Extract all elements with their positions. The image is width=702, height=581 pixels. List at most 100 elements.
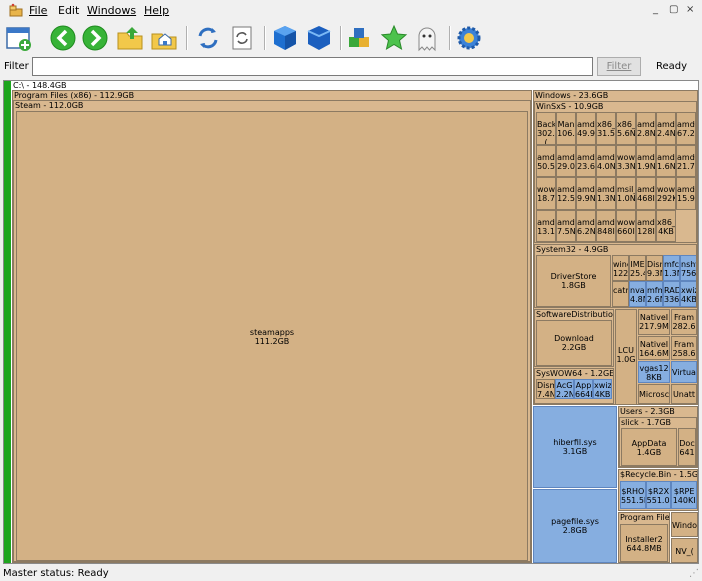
folder-steamapps[interactable]: steamapps 111.2GB: [16, 111, 528, 561]
folder-recycle-bin[interactable]: $Recycle.Bin - 1.5GE $RHO 551.5I $R2X 551.0…: [618, 469, 698, 511]
new-window-icon[interactable]: [4, 23, 34, 53]
treemap-cell[interactable]: amd€15.9I: [676, 177, 696, 210]
folder-winsxs[interactable]: WinSxS - 10.9GB Back 302.(Man 106. amd 49.9 x…: [534, 101, 697, 243]
treemap-cell[interactable]: amd 468I: [636, 177, 656, 210]
menu-help[interactable]: Help: [144, 4, 169, 17]
folder-slick[interactable]: slick - 1.7GB AppData 1.4GB Doc 641: [619, 417, 697, 467]
folder-system32[interactable]: System32 - 4.9GB DriverStore 1.8GB wine1…: [534, 244, 697, 308]
treemap-cell[interactable]: nshv756I: [680, 255, 696, 281]
refresh-page-icon[interactable]: [227, 23, 257, 53]
restore-button[interactable]: ▢: [669, 4, 678, 15]
gear-icon[interactable]: [454, 23, 484, 53]
forward-icon[interactable]: [80, 23, 110, 53]
menu-windows[interactable]: Windows: [87, 4, 136, 17]
treemap-cell[interactable]: amd 1.9N: [636, 144, 656, 177]
blue-cube-icon[interactable]: [270, 23, 300, 53]
folder-microsc[interactable]: Microsc: [638, 384, 670, 404]
ghost-icon[interactable]: [412, 23, 442, 53]
folder-program-files-x86[interactable]: Program Files (x86) - 112.9GB Steam - 11…: [12, 90, 532, 563]
star-icon[interactable]: [379, 23, 409, 53]
treemap-cell[interactable]: mfm2.6N: [646, 281, 663, 307]
treemap-cell[interactable]: AcG 2.2N: [555, 379, 574, 399]
treemap-cell[interactable]: amd 12.5: [556, 177, 576, 210]
folder-driverstore[interactable]: DriverStore 1.8GB: [536, 255, 611, 307]
folder-appdata[interactable]: AppData 1.4GB: [621, 428, 677, 466]
blocks-icon[interactable]: [345, 23, 375, 53]
folder-documents[interactable]: Doc 641: [678, 428, 696, 466]
treemap-cell[interactable]: mfc41.3N: [663, 255, 680, 281]
home-icon[interactable]: [149, 23, 179, 53]
treemap-cell[interactable]: xwiz 4KB: [593, 379, 612, 399]
treemap-cell[interactable]: amd 6.2N: [576, 209, 596, 242]
menu-edit[interactable]: Edit: [58, 4, 79, 17]
folder-frame-1[interactable]: Fram 282.6: [671, 309, 697, 335]
back-icon[interactable]: [48, 23, 78, 53]
treemap-cell[interactable]: IME25.4: [629, 255, 646, 281]
treemap-cell[interactable]: catrc: [612, 281, 629, 307]
treemap-cell[interactable]: amd 23.6: [576, 144, 596, 177]
folder-windo[interactable]: Windo: [671, 512, 698, 537]
treemap-cell[interactable]: $RPE 140KI: [671, 481, 697, 509]
folder-syswow64[interactable]: SysWOW64 - 1.2GE Dism7.4NAcG2.2NApp664Ix…: [534, 368, 614, 404]
treemap-cell[interactable]: amd 13.1: [536, 209, 556, 242]
treemap-cell[interactable]: amd 50.5: [536, 144, 556, 177]
file-vgas[interactable]: vgas12 8KB: [638, 361, 670, 383]
treemap[interactable]: C:\ - 148.4GB Program Files (x86) - 112.…: [3, 80, 699, 564]
treemap-cell[interactable]: Back 302.(: [536, 112, 556, 145]
treemap-cell[interactable]: wow 3.3N: [616, 144, 636, 177]
refresh-icon[interactable]: [193, 23, 223, 53]
folder-installer2[interactable]: Installer2 644.8MB: [620, 524, 668, 562]
treemap-cell[interactable]: amd€21.7I: [676, 144, 696, 177]
treemap-cell[interactable]: amd 49.9: [576, 112, 596, 145]
treemap-cell[interactable]: amd 2.8N: [636, 112, 656, 145]
treemap-cell[interactable]: x86_ 4KB: [656, 209, 676, 242]
close-button[interactable]: ×: [686, 4, 694, 15]
treemap-cell[interactable]: amd 9.9N: [576, 177, 596, 210]
file-pagefile[interactable]: pagefile.sys 2.8GB: [533, 489, 617, 563]
resize-grip-icon[interactable]: ⋰: [689, 568, 699, 579]
treemap-cell[interactable]: xwiz 4KB: [680, 281, 696, 307]
treemap-cell[interactable]: amd 848I: [596, 209, 616, 242]
folder-steam[interactable]: Steam - 112.0GB steamapps 111.2GB: [13, 100, 531, 562]
treemap-cell[interactable]: Dism9.3N: [646, 255, 663, 281]
filter-button[interactable]: Filter: [597, 57, 641, 76]
filter-input[interactable]: [32, 57, 593, 76]
folder-softwaredistribution[interactable]: SoftwareDistribution Download 2.2GB: [534, 309, 614, 367]
treemap-cell[interactable]: x86_ 5.6N: [616, 112, 636, 145]
blue-shield-icon[interactable]: [304, 23, 334, 53]
treemap-cell[interactable]: RAD 336I: [663, 281, 680, 307]
treemap-cell[interactable]: amd 7.5N: [556, 209, 576, 242]
folder-lcu[interactable]: LCU 1.0G: [615, 309, 637, 404]
folder-frame-2[interactable]: Fram 258.6: [671, 336, 697, 360]
treemap-cell[interactable]: msil_ 1.0N: [616, 177, 636, 210]
treemap-cell[interactable]: amd 2.4N: [656, 112, 676, 145]
treemap-cell[interactable]: amd€67.2N: [676, 112, 696, 145]
folder-download[interactable]: Download 2.2GB: [536, 320, 612, 366]
treemap-cell[interactable]: wow 292K: [656, 177, 676, 210]
treemap-cell[interactable]: amd 128I: [636, 209, 656, 242]
treemap-cell[interactable]: amd 1.3N: [596, 177, 616, 210]
treemap-cell[interactable]: wow 18.7: [536, 177, 556, 210]
treemap-cell[interactable]: Dism7.4N: [536, 379, 555, 399]
treemap-cell[interactable]: amd 4.0N: [596, 144, 616, 177]
folder-program-files[interactable]: Program Files Installer2 644.8MB: [618, 512, 670, 563]
treemap-cell[interactable]: App 664I: [574, 379, 593, 399]
menu-file[interactable]: File: [29, 4, 47, 17]
treemap-cell[interactable]: wow 660I: [616, 209, 636, 242]
treemap-cell[interactable]: x86_ 31.5: [596, 112, 616, 145]
folder-windows[interactable]: Windows - 23.6GB WinSxS - 10.9GB Back 302…: [533, 90, 698, 405]
treemap-cell[interactable]: amd 1.6N: [656, 144, 676, 177]
up-folder-icon[interactable]: [115, 23, 145, 53]
folder-unatt[interactable]: Unatt: [671, 384, 697, 404]
minimize-button[interactable]: _: [653, 4, 658, 15]
treemap-cell[interactable]: amd 29.0: [556, 144, 576, 177]
treemap-cell[interactable]: $RHO 551.5I: [620, 481, 646, 509]
treemap-cell[interactable]: Man 106.: [556, 112, 576, 145]
folder-native-2[interactable]: NativeI 164.6M: [638, 336, 670, 360]
treemap-cell[interactable]: nvap4.8N: [629, 281, 646, 307]
file-hiberfil[interactable]: hiberfil.sys 3.1GB: [533, 406, 617, 488]
treemap-cell[interactable]: wine122.: [612, 255, 629, 281]
folder-native-1[interactable]: NativeI 217.9M: [638, 309, 670, 335]
file-virtua[interactable]: Virtua: [671, 361, 697, 383]
folder-nvc[interactable]: NV_(: [671, 538, 698, 563]
